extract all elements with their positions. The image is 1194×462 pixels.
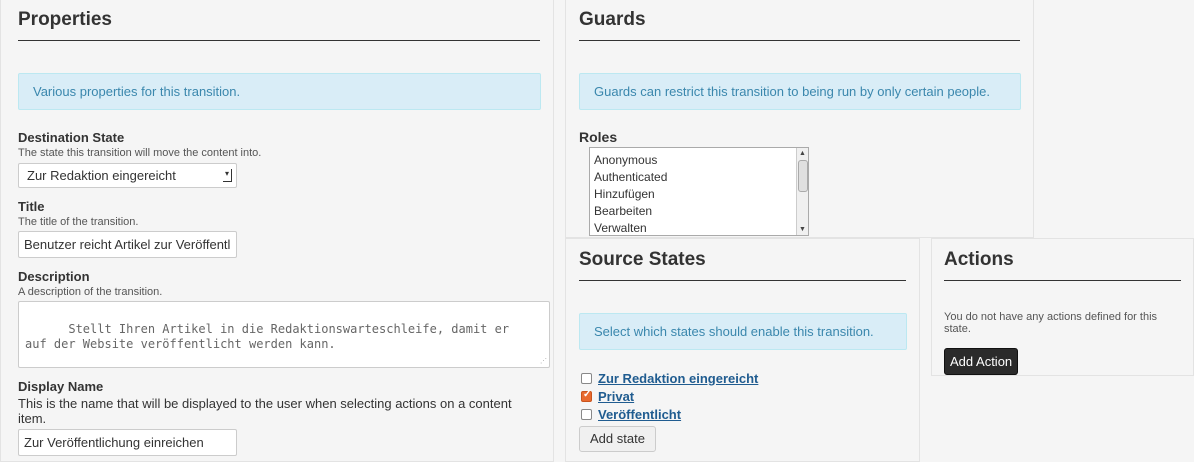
guards-heading: Guards — [579, 9, 1020, 41]
destination-group: Destination State The state this transit… — [18, 130, 540, 188]
description-label: Description — [18, 269, 90, 284]
source-states-heading: Source States — [579, 249, 906, 281]
destination-help: The state this transition will move the … — [18, 147, 262, 159]
scroll-up-icon[interactable]: ▲ — [797, 148, 808, 159]
state-row[interactable]: Zur Redaktion eingereicht — [581, 369, 906, 387]
display-name-help: This is the name that will be displayed … — [18, 396, 512, 426]
role-option[interactable]: Authenticated — [594, 169, 808, 186]
scroll-thumb[interactable] — [798, 160, 808, 192]
state-link[interactable]: Privat — [598, 389, 634, 404]
description-group: Description A description of the transit… — [18, 269, 550, 368]
guards-info: Guards can restrict this transition to b… — [579, 73, 1021, 110]
source-states-panel: Source States Select which states should… — [565, 238, 920, 462]
display-name-label: Display Name — [18, 379, 104, 394]
title-input[interactable]: Benutzer reicht Artikel zur Veröffentl — [18, 231, 237, 258]
scroll-down-icon[interactable]: ▼ — [797, 224, 808, 235]
description-help: A description of the transition. — [18, 286, 163, 298]
description-text: Stellt Ihren Artikel in die Redaktionswa… — [25, 322, 510, 351]
title-group: Title The title of the transition. Benut… — [18, 199, 540, 258]
resize-grip-icon[interactable]: ⋰ — [540, 358, 547, 365]
source-states-info: Select which states should enable this t… — [579, 313, 907, 350]
description-textarea[interactable]: Stellt Ihren Artikel in die Redaktionswa… — [18, 301, 550, 368]
actions-panel: Actions You do not have any actions defi… — [931, 238, 1194, 376]
state-row[interactable]: Privat — [581, 387, 906, 405]
state-row[interactable]: Veröffentlicht — [581, 405, 906, 423]
state-link[interactable]: Veröffentlicht — [598, 407, 681, 422]
title-label: Title — [18, 199, 45, 214]
display-name-input[interactable]: Zur Veröffentlichung einreichen — [18, 429, 237, 456]
source-states-list: Zur Redaktion eingereicht Privat Veröffe… — [581, 369, 906, 423]
roles-scrollbar[interactable]: ▲ ▼ — [796, 148, 808, 235]
title-help: The title of the transition. — [18, 216, 139, 228]
guards-panel: Guards Guards can restrict this transiti… — [565, 0, 1034, 238]
destination-selected: Zur Redaktion eingereicht — [27, 168, 176, 183]
role-option[interactable]: Anonymous — [594, 152, 808, 169]
properties-info: Various properties for this transition. — [18, 73, 541, 110]
role-option[interactable]: Bearbeiten — [594, 203, 808, 220]
role-option[interactable]: Verwalten — [594, 220, 808, 235]
add-action-button[interactable]: Add Action — [944, 348, 1019, 375]
state-link[interactable]: Zur Redaktion eingereicht — [598, 371, 758, 386]
destination-label: Destination State — [18, 130, 125, 145]
role-option[interactable]: Hinzufügen — [594, 186, 808, 203]
roles-listbox[interactable]: Anonymous Authenticated Hinzufügen Bearb… — [589, 147, 809, 236]
properties-panel: Properties Various properties for this t… — [0, 0, 554, 462]
state-checkbox[interactable] — [581, 372, 592, 384]
add-state-button[interactable]: Add state — [579, 426, 656, 452]
display-name-group: Display Name This is the name that will … — [18, 379, 540, 456]
properties-heading: Properties — [18, 9, 540, 41]
chevron-down-icon: ▾ — [223, 169, 232, 182]
actions-empty-text: You do not have any actions defined for … — [944, 311, 1158, 335]
destination-select[interactable]: Zur Redaktion eingereicht ▾ — [18, 163, 237, 188]
roles-label: Roles — [579, 129, 618, 145]
state-checkbox[interactable] — [581, 408, 592, 420]
actions-heading: Actions — [944, 249, 1181, 281]
state-checkbox[interactable] — [581, 389, 592, 402]
